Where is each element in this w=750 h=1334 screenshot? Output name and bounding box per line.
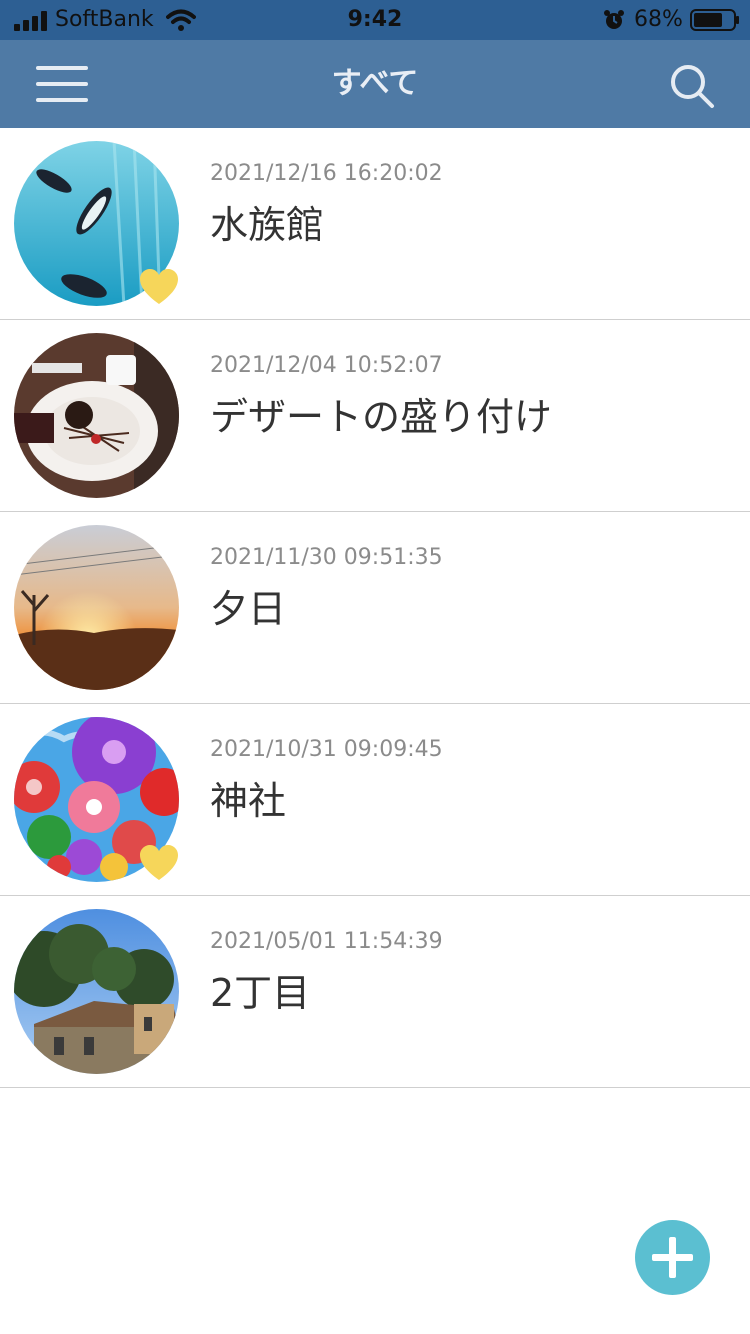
entry-date: 2021/12/04 10:52:07 <box>210 353 443 378</box>
photo-thumbnail <box>14 525 179 690</box>
battery-percentage: 68% <box>634 7 683 32</box>
alarm-icon <box>604 10 624 29</box>
battery-icon <box>690 9 739 31</box>
entry-date: 2021/05/01 11:54:39 <box>210 929 443 954</box>
plus-icon-stroke <box>669 1237 676 1278</box>
page-title: すべて <box>331 66 419 101</box>
favorite-heart-icon[interactable] <box>139 844 179 882</box>
entry-list: 2021/12/16 16:20:02 水族館 2021/12/04 10:52… <box>0 128 750 1088</box>
entry-title: 水族館 <box>210 203 325 247</box>
list-item[interactable]: 2021/12/04 10:52:07 デザートの盛り付け <box>0 320 750 512</box>
nav-bar: すべて <box>0 40 750 128</box>
photo-thumbnail <box>14 333 179 498</box>
entry-date: 2021/12/16 16:20:02 <box>210 161 443 186</box>
entry-date: 2021/11/30 09:51:35 <box>210 545 443 570</box>
add-entry-button[interactable] <box>635 1220 710 1295</box>
status-bar: SoftBank 9:42 68% <box>0 0 750 40</box>
list-item[interactable]: 2021/05/01 11:54:39 2丁目 <box>0 896 750 1088</box>
photo-thumbnail <box>14 909 179 1074</box>
entry-title: 神社 <box>210 779 287 823</box>
favorite-heart-icon[interactable] <box>139 268 179 306</box>
search-icon[interactable] <box>668 62 716 110</box>
entry-date: 2021/10/31 09:09:45 <box>210 737 443 762</box>
entry-title: 夕日 <box>210 587 287 631</box>
list-item[interactable]: 2021/10/31 09:09:45 神社 <box>0 704 750 896</box>
entry-title: デザートの盛り付け <box>210 395 553 439</box>
entry-title: 2丁目 <box>210 971 311 1015</box>
list-item[interactable]: 2021/11/30 09:51:35 夕日 <box>0 512 750 704</box>
list-item[interactable]: 2021/12/16 16:20:02 水族館 <box>0 128 750 320</box>
